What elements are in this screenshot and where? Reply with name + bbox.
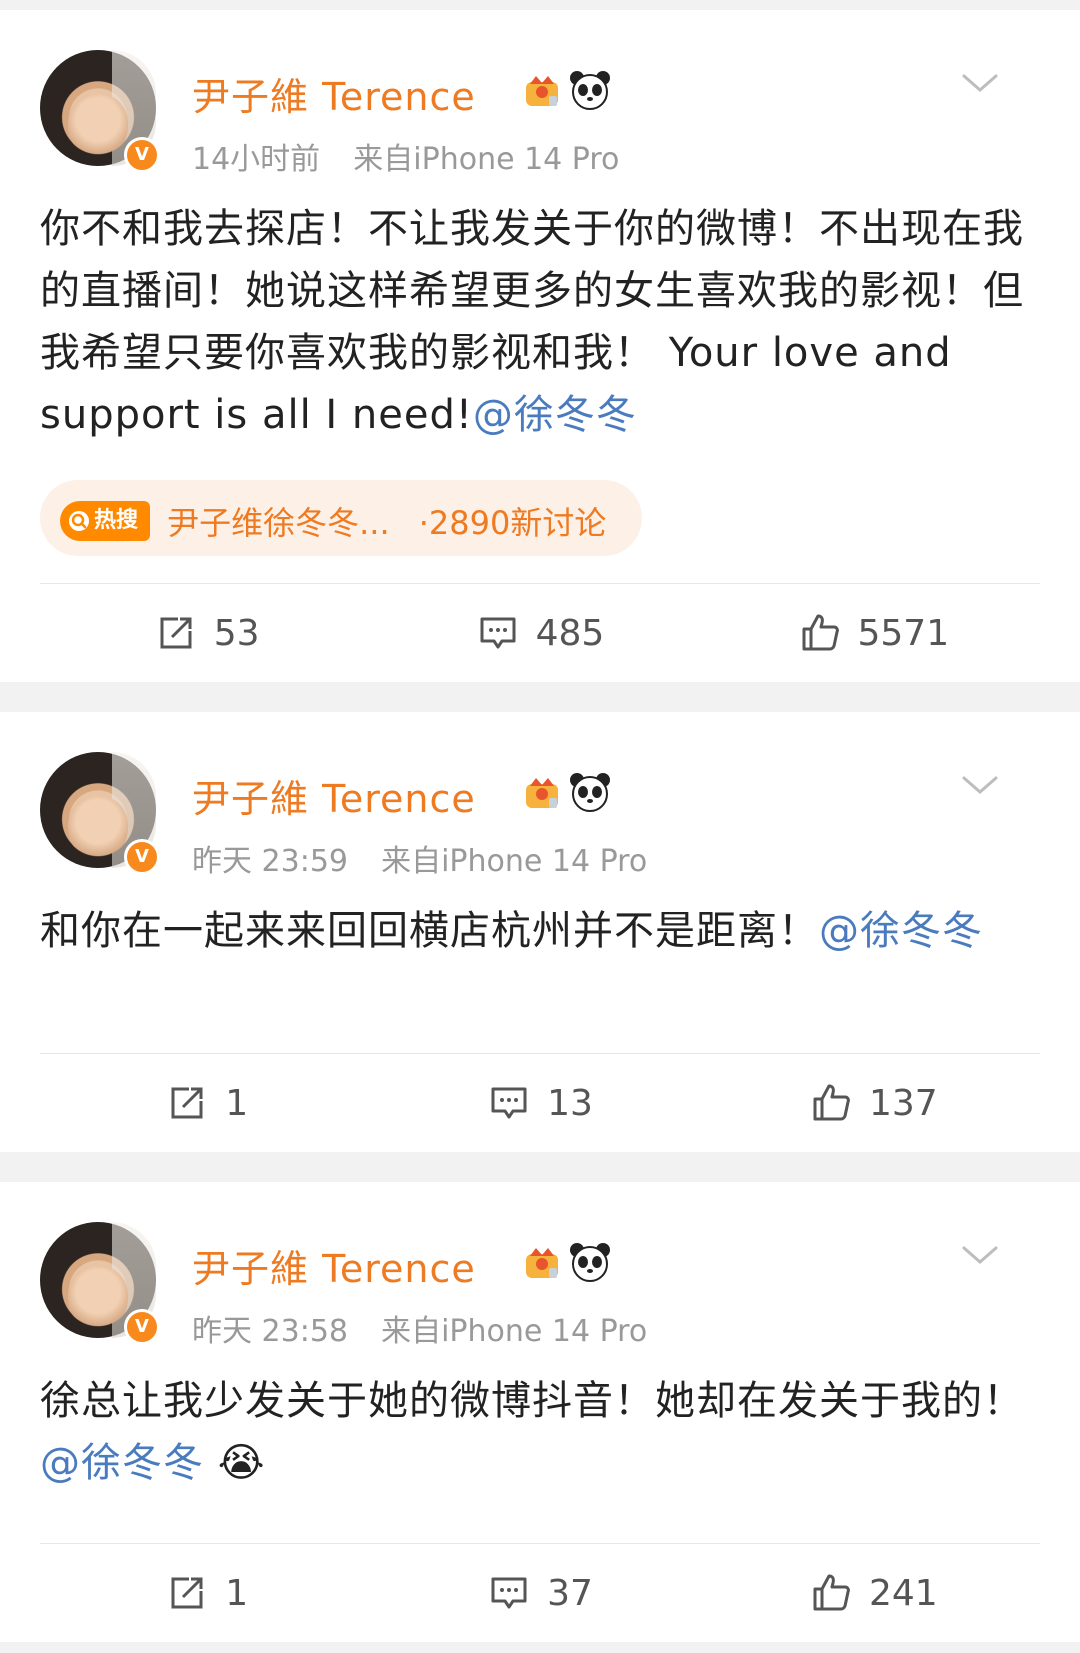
repost-icon: [160, 617, 192, 649]
verified-badge-icon: V: [124, 839, 160, 875]
post-time: 昨天 23:59: [192, 844, 348, 879]
user-name[interactable]: 尹子維 Terence: [192, 1238, 476, 1293]
verified-badge-icon: V: [124, 137, 160, 173]
user-name[interactable]: 尹子維 Terence: [192, 768, 476, 823]
post-header: V 尹子維 Terence 昨天 23:59 来自iPhone 14 Pro: [40, 712, 1040, 879]
weibo-feed: V 尹子維 Terence 14小时前 来自iPhone 14 Pro 你不和我…: [0, 10, 1080, 1642]
like-count: 5571: [857, 612, 950, 654]
comment-button[interactable]: 13: [373, 1054, 706, 1152]
verified-badge-icon: V: [124, 1309, 160, 1345]
repost-button[interactable]: 1: [40, 1054, 373, 1152]
post-card[interactable]: V 尹子維 Terence 14小时前 来自iPhone 14 Pro 你不和我…: [0, 10, 1080, 682]
post-source: 来自iPhone 14 Pro: [353, 142, 620, 177]
like-button[interactable]: 5571: [707, 584, 1040, 682]
repost-button[interactable]: 53: [40, 584, 373, 682]
panda-icon: [570, 773, 610, 812]
crying-emoji-icon: 😭: [217, 1440, 266, 1486]
post-header: V 尹子維 Terence 昨天 23:58 来自iPhone 14 Pro: [40, 1182, 1040, 1349]
repost-count: 1: [225, 1572, 249, 1614]
post-source: 来自iPhone 14 Pro: [381, 844, 648, 879]
post-meta: 昨天 23:58 来自iPhone 14 Pro: [192, 1306, 647, 1350]
comment-icon: [480, 617, 516, 649]
thumbs-up-icon: [813, 1574, 850, 1611]
comment-count: 37: [547, 1572, 593, 1614]
comment-icon: [491, 1577, 527, 1609]
repost-count: 1: [225, 1082, 249, 1124]
action-bar: 1 37 241: [40, 1543, 1040, 1642]
comment-button[interactable]: 37: [373, 1544, 706, 1642]
like-button[interactable]: 241: [707, 1544, 1040, 1642]
like-count: 241: [868, 1572, 938, 1614]
chevron-down-icon[interactable]: [960, 1244, 1000, 1268]
post-text: 和你在一起来来回回横店杭州并不是距离！@徐冬冬: [40, 908, 983, 954]
post-source: 来自iPhone 14 Pro: [381, 1314, 648, 1349]
thumbs-up-icon: [802, 614, 839, 651]
post-meta: 昨天 23:59 来自iPhone 14 Pro: [192, 836, 647, 880]
hot-search-title: 尹子维徐冬冬...: [167, 504, 390, 542]
post-meta: 14小时前 来自iPhone 14 Pro: [192, 134, 619, 178]
post-text: 徐总让我少发关于她的微博抖音！她却在发关于我的！ @徐冬冬 😭: [40, 1378, 1024, 1486]
post-card[interactable]: V 尹子維 Terence 昨天 23:58 来自iPhone 14 Pro 徐…: [0, 1182, 1080, 1642]
repost-icon: [171, 1087, 203, 1119]
hot-search-pill[interactable]: 热搜 尹子维徐冬冬... ·2890新讨论: [40, 480, 643, 556]
post-time: 14小时前: [192, 142, 321, 177]
comment-count: 13: [547, 1082, 593, 1124]
panda-icon: [570, 1243, 610, 1282]
crown-badge-icon: [526, 778, 558, 808]
repost-button[interactable]: 1: [40, 1544, 373, 1642]
like-button[interactable]: 137: [707, 1054, 1040, 1152]
post-header: V 尹子維 Terence 14小时前 来自iPhone 14 Pro: [40, 10, 1040, 177]
panda-icon: [570, 71, 610, 110]
crown-badge-icon: [526, 76, 558, 106]
comment-icon: [491, 1087, 527, 1119]
hot-search-tag: 热搜: [60, 501, 151, 541]
post-card[interactable]: V 尹子維 Terence 昨天 23:59 来自iPhone 14 Pro 和…: [0, 712, 1080, 1152]
like-count: 137: [868, 1082, 938, 1124]
comment-button[interactable]: 485: [373, 584, 706, 682]
mention-link[interactable]: @徐冬冬: [819, 908, 983, 954]
action-bar: 1 13 137: [40, 1053, 1040, 1152]
action-bar: 53 485 5571: [40, 583, 1040, 682]
mention-link[interactable]: @徐冬冬: [473, 392, 637, 438]
crown-badge-icon: [526, 1248, 558, 1278]
chevron-down-icon[interactable]: [960, 72, 1000, 96]
thumbs-up-icon: [813, 1084, 850, 1121]
hot-search-count: ·2890新讨论: [418, 504, 607, 542]
repost-count: 53: [213, 612, 260, 654]
chevron-down-icon[interactable]: [960, 774, 1000, 798]
repost-icon: [171, 1577, 203, 1609]
mention-link[interactable]: @徐冬冬: [40, 1440, 204, 1486]
comment-count: 485: [535, 612, 605, 654]
user-name[interactable]: 尹子維 Terence: [192, 66, 476, 121]
post-text: 你不和我去探店！不让我发关于你的微博！不出现在我的直播间！她说这样希望更多的女生…: [40, 206, 1024, 438]
search-icon: [69, 511, 89, 531]
post-time: 昨天 23:58: [192, 1314, 348, 1349]
